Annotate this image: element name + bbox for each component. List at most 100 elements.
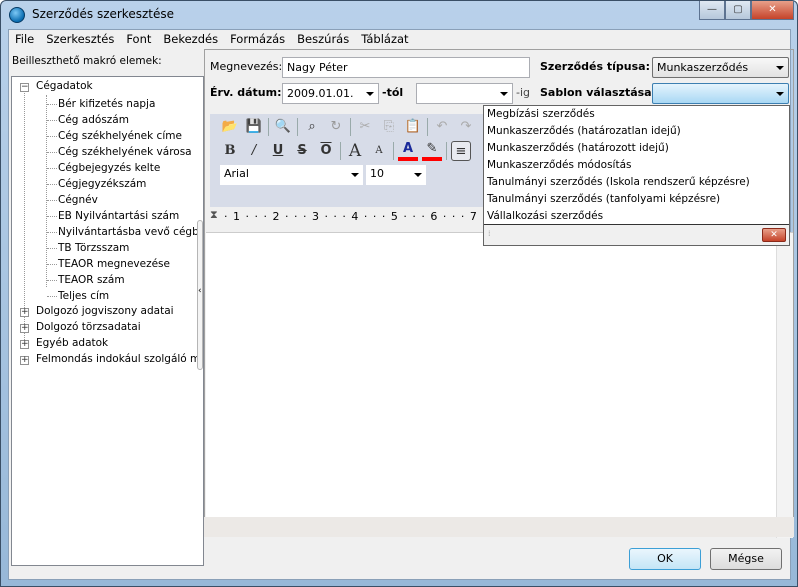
dialog-window: Szerződés szerkesztése — ▢ ✕ File Szerke… <box>0 0 798 587</box>
dropdown-option[interactable]: Vállalkozási szerződés <box>484 208 789 225</box>
title-bar[interactable]: Szerződés szerkesztése — ▢ ✕ <box>1 1 797 29</box>
client-area: File Szerkesztés Font Bekezdés Formázás … <box>8 29 794 580</box>
date-from-value: 2009.01.01. <box>287 87 354 100</box>
dropdown-option[interactable]: Tanulmányi szerződés (Iskola rendszerű k… <box>484 174 789 191</box>
editor-scrollbar[interactable]: ▼ <box>776 233 793 538</box>
from-suffix: -tól <box>382 86 404 99</box>
menu-formazas[interactable]: Formázás <box>224 30 291 48</box>
dropdown-option[interactable]: Munkaszerződés módosítás <box>484 157 789 174</box>
macro-label: Beilleszthető makró elemek: <box>12 55 162 67</box>
menu-bar: File Szerkesztés Font Bekezdés Formázás … <box>9 30 415 48</box>
cancel-button[interactable]: Mégse <box>710 548 782 570</box>
tree-node-collapsed[interactable]: Dolgozó törzsadatai <box>36 321 141 333</box>
app-icon <box>9 7 25 23</box>
print-preview-icon[interactable]: 🔍 <box>273 117 293 137</box>
dropdown-option[interactable]: Munkaszerződés (határozatlan idejű) <box>484 123 789 140</box>
underline-icon[interactable]: U <box>268 141 288 161</box>
chevron-down-icon <box>366 92 374 96</box>
tree-node-collapsed[interactable]: Dolgozó jogviszony adatai <box>36 305 174 317</box>
strikethrough-icon[interactable]: S <box>292 141 312 161</box>
expand-icon[interactable]: + <box>20 340 29 349</box>
tree-node[interactable]: Cég székhelyének címe <box>58 130 182 142</box>
font-family-select[interactable]: Arial <box>220 165 363 185</box>
open-icon[interactable]: 📂 <box>220 117 240 137</box>
maximize-button[interactable]: ▢ <box>725 1 751 20</box>
document-editor[interactable]: ▼ <box>206 232 793 538</box>
chevron-down-icon <box>776 92 784 96</box>
indent-marker-icon[interactable]: ⧗ <box>210 208 218 222</box>
chevron-down-icon <box>776 66 784 70</box>
ruler-scale: · 1 · · · 2 · · · 3 · · · 4 · · · 5 · · … <box>224 210 478 223</box>
tree-node[interactable]: EB Nyilvántartási szám <box>58 210 179 222</box>
redo-icon[interactable]: ↷ <box>456 117 476 137</box>
italic-icon[interactable]: / <box>244 141 264 161</box>
text-color-icon[interactable]: A <box>398 141 418 161</box>
menu-beszuras[interactable]: Beszúrás <box>291 30 355 48</box>
template-select[interactable] <box>652 83 789 104</box>
macro-tree[interactable]: − Cégadatok Bér kifizetés napja Cég adósz… <box>11 76 204 566</box>
minimize-button[interactable]: — <box>699 1 725 20</box>
tree-node[interactable]: Nyilvántartásba vevő cégbíróság <box>58 226 203 238</box>
expand-icon[interactable]: + <box>20 356 29 365</box>
highlight-icon[interactable]: ✎ <box>422 141 442 161</box>
splitter-handle[interactable]: ‹ <box>197 220 203 370</box>
tree-node[interactable]: Bér kifizetés napja <box>58 98 155 110</box>
bold-icon[interactable]: B <box>220 141 240 161</box>
dropdown-option[interactable]: Megbízási szerződés <box>484 106 789 123</box>
expand-icon[interactable]: + <box>20 308 29 317</box>
date-label: Érv. dátum: <box>210 86 282 99</box>
cut-icon[interactable]: ✂ <box>355 117 375 137</box>
tree-node[interactable]: TEAOR szám <box>58 274 125 286</box>
chevron-down-icon <box>500 92 508 96</box>
dropdown-option[interactable]: Munkaszerződés (határozott idejű) <box>484 140 789 157</box>
tree-node[interactable]: Cégnév <box>58 194 98 206</box>
template-dropdown-list: Megbízási szerződés Munkaszerződés (határ… <box>483 105 790 246</box>
expand-icon[interactable]: + <box>20 324 29 333</box>
type-value: Munkaszerződés <box>657 61 749 74</box>
tree-node[interactable]: TEAOR megnevezése <box>58 258 170 270</box>
menu-tablazat[interactable]: Táblázat <box>355 30 414 48</box>
tree-node-cegadatok[interactable]: Cégadatok <box>36 80 93 92</box>
paste-icon[interactable]: 📋 <box>403 117 423 137</box>
date-to-picker[interactable] <box>416 83 513 104</box>
collapse-icon[interactable]: − <box>20 83 29 92</box>
menu-file[interactable]: File <box>9 30 40 48</box>
find-icon[interactable]: ⌕ <box>302 117 322 137</box>
dropdown-option[interactable]: Tanulmányi szerződés (tanfolyami képzésr… <box>484 191 789 208</box>
copy-icon[interactable]: ⎘ <box>379 117 399 137</box>
replace-icon[interactable]: ↻ <box>326 117 346 137</box>
tree-node[interactable]: Cégjegyzékszám <box>58 178 146 190</box>
align-left-icon[interactable]: ≡ <box>451 141 471 161</box>
dropdown-close-button[interactable]: ✕ <box>762 228 786 242</box>
menu-szerkesztes[interactable]: Szerkesztés <box>40 30 120 48</box>
tree-node-collapsed[interactable]: Egyéb adatok <box>36 337 108 349</box>
tree-node[interactable]: Cég adószám <box>58 114 129 126</box>
tree-node[interactable]: Cégbejegyzés kelte <box>58 162 160 174</box>
undo-icon[interactable]: ↶ <box>432 117 452 137</box>
tree-node[interactable]: TB Törzsszam <box>58 242 129 254</box>
status-strip <box>204 517 794 537</box>
size-value: 10 <box>370 167 384 180</box>
type-select[interactable]: Munkaszerződés <box>652 57 789 78</box>
chevron-down-icon <box>351 173 359 177</box>
grow-font-icon[interactable]: A <box>345 141 365 161</box>
menu-font[interactable]: Font <box>120 30 157 48</box>
chevron-down-icon <box>414 173 422 177</box>
save-icon[interactable]: 💾 <box>244 117 264 137</box>
menu-bekezdes[interactable]: Bekezdés <box>157 30 224 48</box>
name-input[interactable]: Nagy Péter <box>282 57 530 78</box>
tree-node[interactable]: Teljes cím <box>58 290 109 302</box>
template-label: Sablon választása: <box>540 86 656 99</box>
to-suffix: -ig <box>516 86 531 99</box>
date-from-picker[interactable]: 2009.01.01. <box>282 83 379 104</box>
tree-node-collapsed[interactable]: Felmondás indokául szolgáló magatartás <box>36 353 203 365</box>
tree-node[interactable]: Cég székhelyének városa <box>58 146 192 158</box>
font-size-select[interactable]: 10 <box>366 165 426 185</box>
shrink-font-icon[interactable]: A <box>369 141 389 161</box>
close-button[interactable]: ✕ <box>751 1 794 20</box>
overline-icon[interactable]: O <box>316 141 336 161</box>
ok-button[interactable]: OK <box>629 548 701 570</box>
window-title: Szerződés szerkesztése <box>32 7 174 21</box>
resize-grip-icon[interactable]: ⁞ <box>488 229 491 238</box>
ruler[interactable]: ⧗ · 1 · · · 2 · · · 3 · · · 4 · · · 5 · ·… <box>210 207 484 231</box>
